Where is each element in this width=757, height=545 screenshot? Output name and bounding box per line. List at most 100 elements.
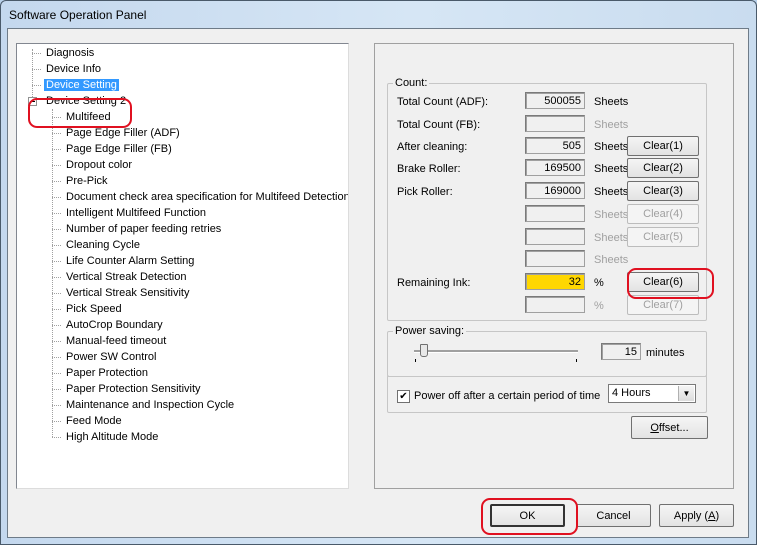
tree-root-line	[32, 49, 33, 97]
tree-item-label: Device Info	[46, 63, 102, 75]
count-unit: %	[594, 300, 604, 312]
tree-item[interactable]: Page Edge Filler (FB)	[64, 141, 174, 157]
count-unit: Sheets	[594, 141, 629, 153]
slider-tick-min	[415, 359, 416, 362]
count-unit: Sheets	[594, 254, 629, 266]
tree-connector	[52, 357, 61, 358]
tree-item[interactable]: AutoCrop Boundary	[64, 317, 165, 333]
tree-item[interactable]: Vertical Streak Sensitivity	[64, 285, 192, 301]
tree-item[interactable]: Device Info	[44, 61, 103, 77]
count-row-label: Remaining Ink:	[397, 277, 471, 289]
tree-item-label: Document check area specification for Mu…	[66, 191, 349, 203]
tree-item-label: Pick Speed	[66, 303, 122, 315]
apply-button[interactable]: Apply (A)	[659, 504, 734, 527]
tree-connector	[52, 293, 61, 294]
slider-tick-max	[576, 359, 577, 362]
count-row-label: Total Count (FB):	[397, 119, 481, 131]
count-unit: Sheets	[594, 186, 629, 198]
clear-button[interactable]: Clear(5)	[627, 227, 699, 247]
tree-item-label: Number of paper feeding retries	[66, 223, 222, 235]
tree-item-label: Vertical Streak Detection	[66, 271, 187, 283]
tree-item-label: Intelligent Multifeed Function	[66, 207, 207, 219]
power-off-label[interactable]: Power off after a certain period of time	[414, 389, 600, 403]
tree-item[interactable]: Vertical Streak Detection	[64, 269, 188, 285]
count-value-field	[525, 296, 585, 313]
tree-item[interactable]: Pick Speed	[64, 301, 124, 317]
clear-button[interactable]: Clear(4)	[627, 204, 699, 224]
tree-item[interactable]: Dropout color	[64, 157, 134, 173]
tree-child-line	[52, 109, 53, 437]
tree-item[interactable]: Power SW Control	[64, 349, 158, 365]
count-row-label: Brake Roller:	[397, 163, 461, 175]
tree-item[interactable]: Life Counter Alarm Setting	[64, 253, 196, 269]
tree-item[interactable]: Paper Protection Sensitivity	[64, 381, 203, 397]
tree-item-label: Life Counter Alarm Setting	[66, 255, 195, 267]
count-value-field: 32	[525, 273, 585, 290]
power-saving-slider-thumb[interactable]	[420, 344, 429, 357]
power-off-period-value: 4 Hours	[612, 387, 651, 399]
tree-item[interactable]: Paper Protection	[64, 365, 150, 381]
tree-connector	[52, 245, 61, 246]
tree-item[interactable]: Feed Mode	[64, 413, 124, 429]
count-unit: Sheets	[594, 96, 629, 108]
tree-item[interactable]: Manual-feed timeout	[64, 333, 168, 349]
clear-button[interactable]: Clear(2)	[627, 158, 699, 178]
tree-item-label: Paper Protection Sensitivity	[66, 383, 201, 395]
tree-connector	[52, 133, 61, 134]
count-value-field: 169000	[525, 182, 585, 199]
tree-item[interactable]: Cleaning Cycle	[64, 237, 142, 253]
dropdown-arrow-icon[interactable]: ▼	[678, 386, 694, 401]
tree-item[interactable]: High Altitude Mode	[64, 429, 160, 445]
tree-connector	[32, 53, 41, 54]
tree-item-label: Paper Protection	[66, 367, 148, 379]
window-title: Software Operation Panel	[9, 8, 147, 22]
tree-item-label: Page Edge Filler (FB)	[66, 143, 172, 155]
count-group-title: Count:	[393, 76, 430, 90]
tree-connector	[52, 421, 61, 422]
count-value-field: 505	[525, 137, 585, 154]
tree-connector	[52, 373, 61, 374]
tree-connector	[52, 165, 61, 166]
tree-item-label: Pre-Pick	[66, 175, 108, 187]
checkmark-icon: ✔	[399, 391, 408, 402]
count-row-label: After cleaning:	[397, 141, 468, 153]
tree-connector	[52, 229, 61, 230]
tree-item-label: Cleaning Cycle	[66, 239, 140, 251]
count-value-field	[525, 228, 585, 245]
tree-connector	[52, 389, 61, 390]
power-saving-slider-track[interactable]	[414, 350, 578, 353]
tree-item[interactable]: Maintenance and Inspection Cycle	[64, 397, 236, 413]
power-saving-minutes-field: 15	[601, 343, 641, 360]
power-saving-title: Power saving:	[393, 324, 467, 338]
count-row-label: Pick Roller:	[397, 186, 453, 198]
tree-item-label: Maintenance and Inspection Cycle	[66, 399, 235, 411]
tree-connector	[52, 261, 61, 262]
count-value-field	[525, 115, 585, 132]
tree-item[interactable]: Document check area specification for Mu…	[64, 189, 349, 205]
tree-connector	[52, 325, 61, 326]
tree-item[interactable]: Pre-Pick	[64, 173, 110, 189]
tree-connector	[32, 85, 41, 86]
minutes-unit: minutes	[646, 347, 685, 359]
tree-item-label: Power SW Control	[66, 351, 157, 363]
cancel-button[interactable]: Cancel	[576, 504, 651, 527]
highlight-clear6	[627, 268, 714, 299]
tree-connector	[52, 197, 61, 198]
tree-item-label: Vertical Streak Sensitivity	[66, 287, 190, 299]
count-value-field: 500055	[525, 92, 585, 109]
power-off-checkbox[interactable]: ✔	[397, 390, 410, 403]
clear-button[interactable]: Clear(1)	[627, 136, 699, 156]
tree-item[interactable]: Diagnosis	[44, 45, 96, 61]
count-unit: Sheets	[594, 163, 629, 175]
count-unit: Sheets	[594, 209, 629, 221]
clear-button[interactable]: Clear(3)	[627, 181, 699, 201]
offset-button[interactable]: Offset...	[631, 416, 708, 439]
power-off-period-select[interactable]: 4 Hours ▼	[608, 384, 696, 403]
tree-item[interactable]: Device Setting	[44, 77, 119, 93]
tree-connector	[52, 309, 61, 310]
tree-item-label: AutoCrop Boundary	[66, 319, 163, 331]
tree-item[interactable]: Number of paper feeding retries	[64, 221, 223, 237]
tree-connector	[52, 213, 61, 214]
tree-item[interactable]: Intelligent Multifeed Function	[64, 205, 208, 221]
tree-item-label: Page Edge Filler (ADF)	[66, 127, 180, 139]
